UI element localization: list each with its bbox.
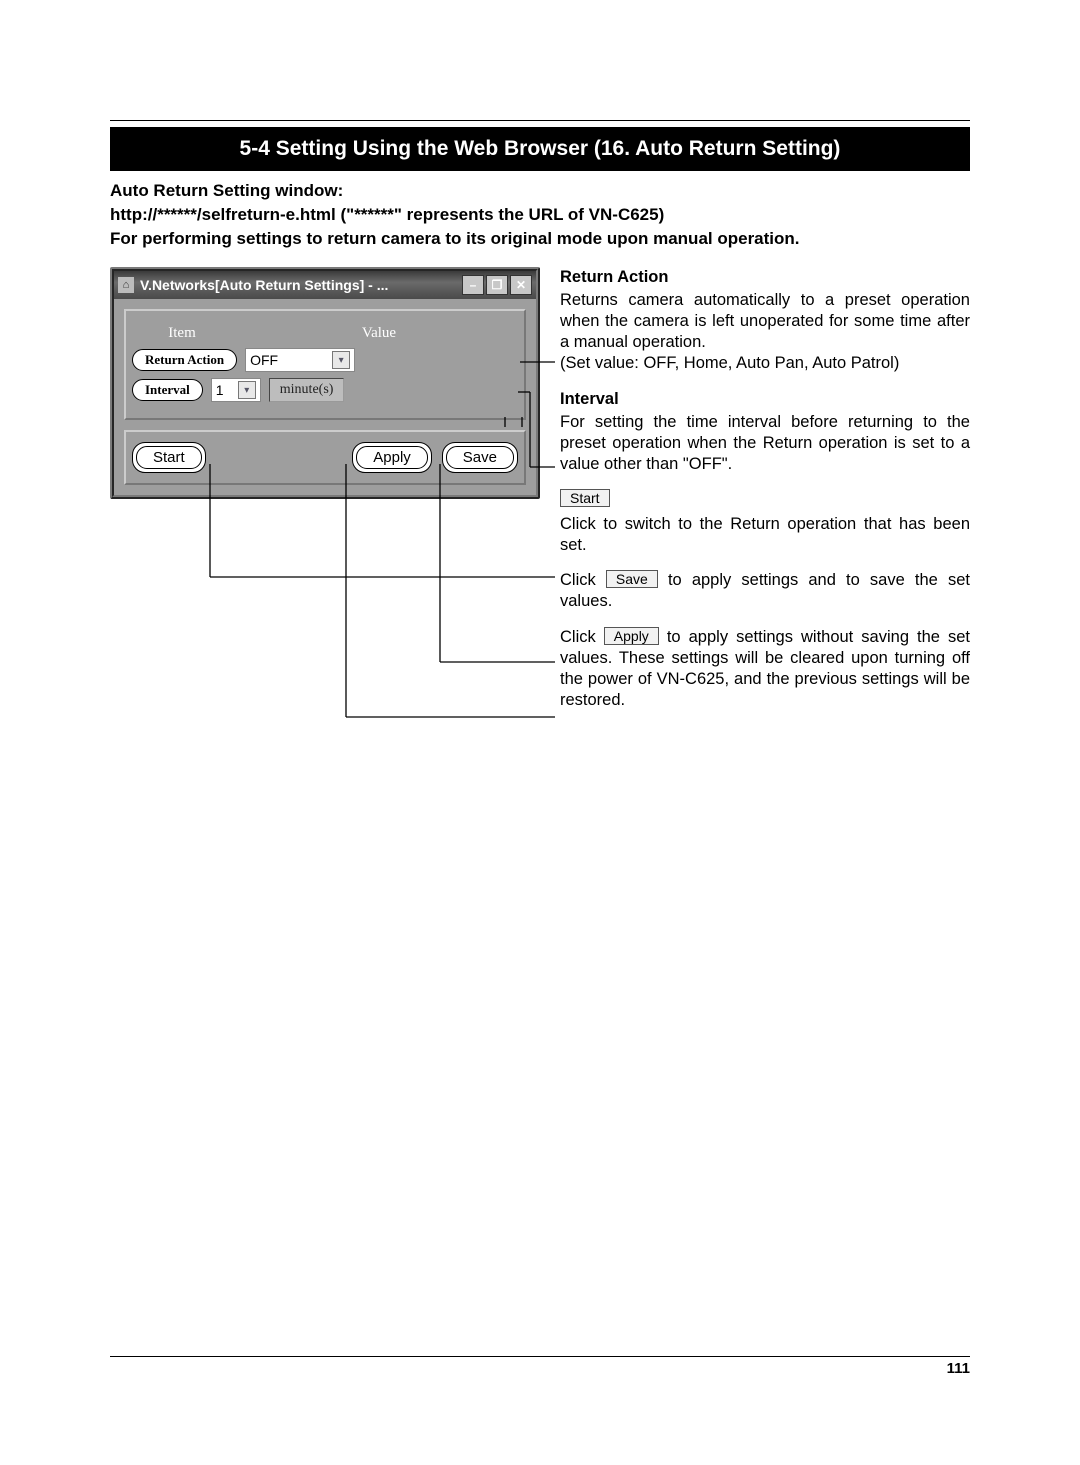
close-button[interactable]: ✕	[510, 275, 532, 295]
app-icon: ⌂	[118, 277, 134, 293]
return-action-label: Return Action	[132, 349, 237, 371]
interval-label: Interval	[132, 379, 203, 401]
button-panel: Start Apply Save	[124, 430, 526, 485]
screenshot: ⌂ V.Networks[Auto Return Settings] - ...…	[110, 267, 540, 725]
start-button-label: Start	[136, 446, 202, 469]
window-titlebar: ⌂ V.Networks[Auto Return Settings] - ...…	[114, 271, 536, 299]
iv-heading: Interval	[560, 389, 970, 410]
column-value: Value	[240, 325, 518, 342]
page-number: 111	[947, 1360, 970, 1377]
explain-save: Click Save to apply settings and to save…	[560, 570, 970, 612]
chevron-down-icon: ▾	[332, 351, 350, 369]
save-pre: Click	[560, 571, 606, 589]
intro-line2: http://******/selfreturn-e.html ("******…	[110, 205, 970, 225]
explain-apply: Click Apply to apply settings without sa…	[560, 627, 970, 711]
explain-interval: Interval For setting the time interval b…	[560, 389, 970, 475]
explain-start: Start Click to switch to the Return oper…	[560, 489, 970, 556]
window-title: V.Networks[Auto Return Settings] - ...	[140, 277, 462, 293]
interval-unit: minute(s)	[269, 378, 345, 402]
apply-button[interactable]: Apply	[352, 442, 432, 473]
intro-block: Auto Return Setting window: http://*****…	[110, 181, 970, 249]
chevron-down-icon: ▾	[238, 381, 256, 399]
apply-minibtn: Apply	[604, 627, 659, 645]
save-minibtn: Save	[606, 570, 658, 588]
ra-body2: (Set value: OFF, Home, Auto Pan, Auto Pa…	[560, 353, 970, 374]
return-action-select[interactable]: OFF ▾	[245, 348, 355, 372]
save-button-label: Save	[446, 446, 514, 469]
settings-panel: Item Value Return Action OFF ▾ Interval	[124, 309, 526, 420]
start-minibtn: Start	[560, 489, 610, 507]
section-title: 5-4 Setting Using the Web Browser (16. A…	[110, 127, 970, 171]
interval-value: 1	[216, 382, 238, 398]
return-action-value: OFF	[250, 352, 332, 368]
row-return-action: Return Action OFF ▾	[132, 348, 518, 372]
start-button[interactable]: Start	[132, 442, 206, 473]
apply-pre: Click	[560, 628, 604, 646]
start-body: Click to switch to the Return operation …	[560, 514, 970, 556]
save-button[interactable]: Save	[442, 442, 518, 473]
iv-body: For setting the time interval before ret…	[560, 412, 970, 475]
rule-bottom	[110, 1356, 970, 1357]
minimize-button[interactable]: –	[462, 275, 484, 295]
row-interval: Interval 1 ▾ minute(s)	[132, 378, 518, 402]
explain-return-action: Return Action Returns camera automatical…	[560, 267, 970, 375]
explanations: Return Action Returns camera automatical…	[560, 267, 970, 725]
maximize-button[interactable]: ❐	[486, 275, 508, 295]
column-item: Item	[132, 325, 232, 342]
ra-heading: Return Action	[560, 267, 970, 288]
intro-line3: For performing settings to return camera…	[110, 229, 970, 249]
apply-button-label: Apply	[356, 446, 428, 469]
ra-body1: Returns camera automatically to a preset…	[560, 290, 970, 353]
rule-top	[110, 120, 970, 121]
interval-select[interactable]: 1 ▾	[211, 378, 261, 402]
intro-line1: Auto Return Setting window:	[110, 181, 970, 201]
